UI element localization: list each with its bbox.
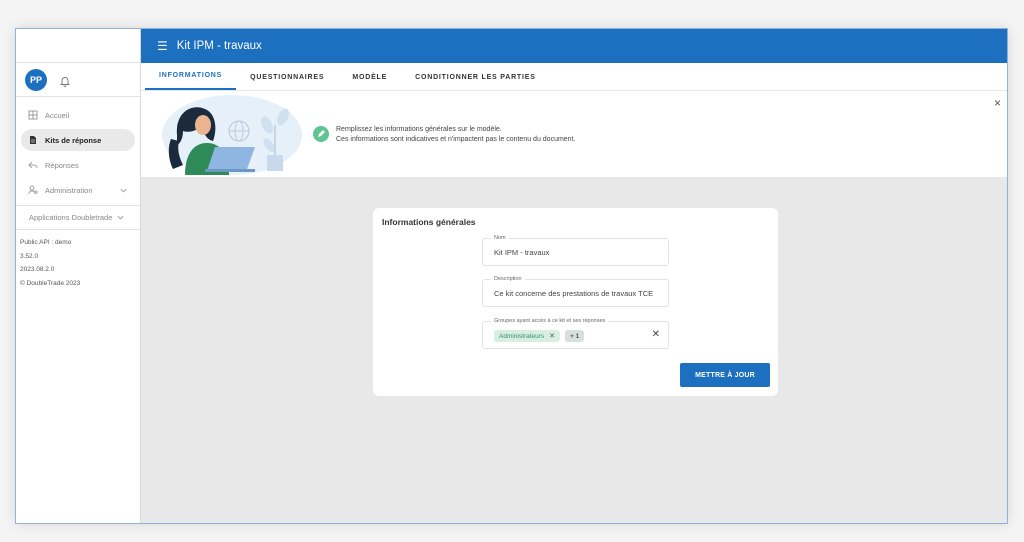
tab-questionnaires[interactable]: QUESTIONNAIRES [236, 62, 338, 90]
avatar[interactable]: PP [25, 68, 47, 91]
chip-remove-icon[interactable]: ✕ [549, 332, 555, 340]
bell-icon[interactable] [59, 74, 71, 87]
description-value[interactable]: Ce kit concerne des prestations de trava… [494, 289, 664, 298]
meta-line: Public API : demo [20, 239, 72, 246]
apps-dropdown[interactable]: Applications Doubletrade [16, 206, 140, 230]
app-bar: ☰ Kit IPM - travaux [141, 29, 1007, 63]
sidebar-item-label: Accueil [45, 110, 70, 120]
sidebar-item-administration[interactable]: Administration [21, 179, 135, 201]
sidebar-item-label: Réponses [45, 160, 79, 170]
close-icon[interactable]: × [994, 96, 1001, 110]
meta-line: © DoubleTrade 2023 [20, 279, 81, 287]
document-icon [30, 136, 36, 144]
chevron-down-icon [120, 188, 127, 192]
page-title: Kit IPM - travaux [176, 40, 262, 52]
description-label: Description [491, 276, 525, 282]
sidebar-item-kits[interactable]: Kits de réponse [21, 129, 135, 151]
banner-line: Ces informations sont indicatives et n'i… [336, 136, 576, 143]
sidebar-item-label: Kits de réponse [45, 135, 102, 145]
sidebar-item-label: Administration [45, 185, 93, 195]
groups-field[interactable]: Groupes ayant accès à ce kit et ses répo… [482, 318, 669, 349]
chevron-down-icon [117, 215, 124, 220]
app-window: PP Accueil Kits de réponse Réponses Admi… [15, 28, 1008, 524]
tab-conditionner[interactable]: CONDITIONNER LES PARTIES [401, 62, 550, 90]
banner-text: Remplissez les informations générales su… [336, 125, 575, 145]
banner-line: Remplissez les informations générales su… [336, 126, 502, 133]
main-content: ☰ Kit IPM - travaux INFORMATIONS QUESTIO… [141, 29, 1007, 523]
sidebar: PP Accueil Kits de réponse Réponses Admi… [16, 29, 141, 523]
name-label: Nom [491, 235, 509, 241]
menu-icon[interactable]: ☰ [157, 39, 168, 53]
meta-line: 3.52.0 [20, 252, 39, 260]
sidebar-item-reponses[interactable]: Réponses [21, 154, 135, 176]
version-info: Public API : demo 3.52.0 2023.08.2.0 © D… [16, 230, 140, 290]
tab-bar: INFORMATIONS QUESTIONNAIRES MODÈLE CONDI… [141, 63, 1007, 91]
clear-icon[interactable]: ✕ [652, 329, 660, 340]
groups-chips: Administrateurs ✕ + 1 [494, 330, 585, 342]
general-info-card: Informations générales Nom Kit IPM - tra… [373, 208, 778, 396]
woman-laptop-illustration [162, 95, 302, 175]
chip-more[interactable]: + 1 [565, 330, 585, 342]
tab-informations[interactable]: INFORMATIONS [145, 62, 237, 90]
chip-label: Administrateurs [499, 332, 545, 340]
tab-modele[interactable]: MODÈLE [338, 62, 401, 90]
name-value[interactable]: Kit IPM - travaux [494, 248, 664, 257]
apps-label: Applications Doubletrade [29, 213, 113, 222]
name-field[interactable]: Nom Kit IPM - travaux [482, 235, 669, 266]
update-button[interactable]: METTRE À JOUR [680, 363, 770, 387]
reply-icon [28, 161, 38, 169]
sidebar-item-accueil[interactable]: Accueil [21, 104, 135, 126]
chip-administrateurs[interactable]: Administrateurs ✕ [494, 330, 561, 342]
home-icon [28, 110, 38, 120]
sidebar-header [16, 29, 140, 63]
info-banner: Remplissez les informations générales su… [141, 91, 1007, 178]
sidebar-nav: Accueil Kits de réponse Réponses Adminis… [16, 97, 140, 201]
admin-icon [28, 185, 38, 195]
description-field[interactable]: Description Ce kit concerne des prestati… [482, 276, 669, 307]
pencil-icon [313, 126, 329, 142]
card-title: Informations générales [382, 217, 476, 227]
user-area: PP [16, 63, 140, 97]
groups-label: Groupes ayant accès à ce kit et ses répo… [491, 318, 609, 324]
meta-line: 2023.08.2.0 [20, 266, 55, 273]
